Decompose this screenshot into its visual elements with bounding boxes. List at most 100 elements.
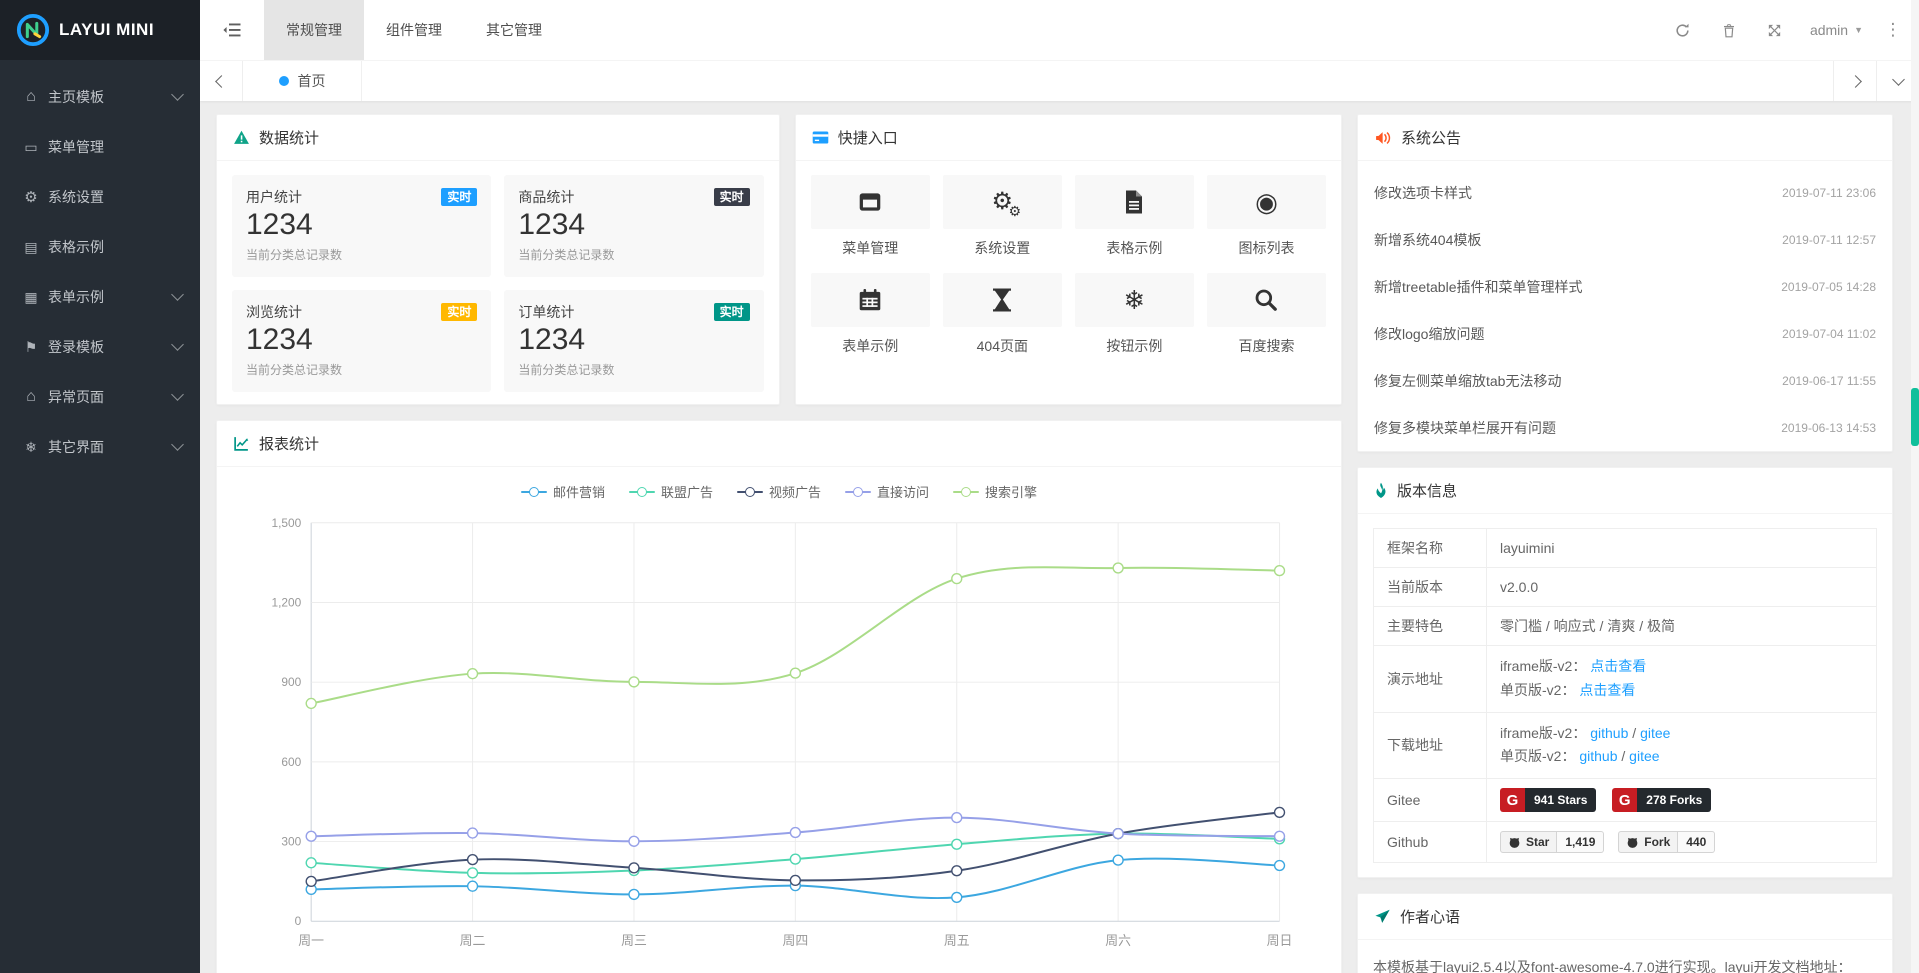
legend-item[interactable]: 直接访问 <box>845 482 929 501</box>
user-name: admin <box>1810 22 1848 38</box>
sidebar-item-label: 主页模板 <box>48 87 173 107</box>
row-value: 941 Stars 278 Forks <box>1487 779 1877 822</box>
top-header: 常规管理 组件管理 其它管理 admin ▼ ⋮ <box>200 0 1919 61</box>
realtime-badge: 实时 <box>441 188 477 206</box>
user-menu[interactable]: admin ▼ <box>1798 22 1875 38</box>
announcement-item[interactable]: 新增treetable插件和菜单管理样式 2019-07-05 14:28 <box>1374 263 1876 310</box>
announcement-item[interactable]: 修改logo缩放问题 2019-07-04 11:02 <box>1374 310 1876 357</box>
sidebar-item-error-pages[interactable]: 异常页面 <box>0 372 200 422</box>
announcement-item[interactable]: 修复多模块菜单栏展开有问题 2019-06-13 14:53 <box>1374 404 1876 451</box>
quick-entry-icon-list[interactable]: ◉ 图标列表 <box>1207 175 1326 258</box>
header-actions: admin ▼ ⋮ <box>1660 0 1919 60</box>
quick-entry-404-page[interactable]: 404页面 <box>943 273 1062 356</box>
download-link-github-spa[interactable]: github <box>1579 748 1617 764</box>
download-link-gitee-spa[interactable]: gitee <box>1629 748 1659 764</box>
chevron-down-icon <box>171 438 184 451</box>
announcement-item[interactable]: 修复左侧菜单缩放tab无法移动 2019-06-17 11:55 <box>1374 357 1876 404</box>
svg-text:600: 600 <box>281 755 301 769</box>
sidebar-item-table-demo[interactable]: 表格示例 <box>0 222 200 272</box>
app-title: LAYUI MINI <box>59 20 154 40</box>
demo-link-iframe[interactable]: 点击查看 <box>1590 658 1646 674</box>
github-fork-badge[interactable]: Fork 440 <box>1618 831 1715 853</box>
legend-item[interactable]: 搜索引擎 <box>953 482 1037 501</box>
scrollbar-track[interactable] <box>1911 0 1919 973</box>
stat-caption: 当前分类总记录数 <box>518 246 749 263</box>
row-label: 框架名称 <box>1374 529 1487 568</box>
logo-icon <box>16 13 50 47</box>
stat-card-orders: 订单统计 实时 1234 当前分类总记录数 <box>504 290 763 392</box>
panel-title: 系统公告 <box>1401 127 1461 148</box>
panel-title: 作者心语 <box>1400 906 1460 927</box>
header-tab-components[interactable]: 组件管理 <box>364 0 464 60</box>
tabstrip-spacer <box>362 61 1833 101</box>
active-tab-dot <box>279 76 289 86</box>
snowflake-icon <box>20 439 42 456</box>
sidebar-item-label: 其它界面 <box>48 437 173 457</box>
gitee-icon <box>1500 788 1525 812</box>
app-logo[interactable]: LAYUI MINI <box>0 0 200 60</box>
legend-item[interactable]: 视频广告 <box>737 482 821 501</box>
svg-text:周二: 周二 <box>460 933 486 948</box>
line-chart: 03006009001,2001,500周一周二周三周四周五周六周日 <box>217 501 1341 967</box>
sidebar-item-menu-manage[interactable]: 菜单管理 <box>0 122 200 172</box>
calendar-icon <box>857 287 883 313</box>
svg-text:900: 900 <box>281 675 301 689</box>
svg-text:300: 300 <box>281 835 301 849</box>
version-table: 框架名称 layuimini 当前版本 v2.0.0 主要特色 零门槛 / 响应… <box>1373 528 1877 863</box>
file-icon <box>1122 189 1146 215</box>
download-link-gitee-iframe[interactable]: gitee <box>1640 725 1670 741</box>
demo-link-spa[interactable]: 点击查看 <box>1579 682 1635 698</box>
legend-item[interactable]: 邮件营销 <box>521 482 605 501</box>
gitee-stars-badge[interactable]: 941 Stars <box>1500 788 1596 812</box>
chevron-down-icon <box>171 88 184 101</box>
quick-entry-form-demo[interactable]: 表单示例 <box>811 273 930 356</box>
hourglass-icon <box>990 287 1014 313</box>
stat-label: 浏览统计 <box>246 302 302 322</box>
tabs-scroll-right-button[interactable] <box>1833 61 1876 101</box>
svg-text:周三: 周三 <box>621 933 647 948</box>
github-star-badge[interactable]: Star 1,419 <box>1500 831 1604 853</box>
flag-icon <box>20 339 42 356</box>
fullscreen-icon[interactable] <box>1752 0 1798 60</box>
quick-entry-menu-manage[interactable]: 菜单管理 <box>811 175 930 258</box>
table-row: Gitee 941 Stars 278 Forks <box>1374 779 1877 822</box>
quick-entry-button-demo[interactable]: ❄ 按钮示例 <box>1075 273 1194 356</box>
row-label: Gitee <box>1374 779 1487 822</box>
more-dots-icon[interactable]: ⋮ <box>1875 20 1911 40</box>
refresh-icon[interactable] <box>1660 0 1706 60</box>
sidebar-item-system-settings[interactable]: 系统设置 <box>0 172 200 222</box>
chart-legend: 邮件营销 联盟广告 视频广告 直接访问 搜索引擎 <box>217 467 1341 501</box>
quick-entry-baidu-search[interactable]: 百度搜索 <box>1207 273 1326 356</box>
author-text: 本模板基于layui2.5.4以及font-awesome-4.7.0进行实现。… <box>1373 954 1877 973</box>
sidebar-item-home-template[interactable]: 主页模板 <box>0 72 200 122</box>
quick-entry-table-demo[interactable]: 表格示例 <box>1075 175 1194 258</box>
scrollbar-thumb[interactable] <box>1911 388 1919 446</box>
tabs-scroll-left-button[interactable] <box>200 61 243 101</box>
stat-card-views: 浏览统计 实时 1234 当前分类总记录数 <box>232 290 491 392</box>
table-row: 下载地址 iframe版-v2： github / gitee 单页版-v2： … <box>1374 712 1877 779</box>
row-value: layuimini <box>1487 529 1877 568</box>
legend-label: 搜索引擎 <box>985 482 1037 501</box>
sidebar-item-form-demo[interactable]: 表单示例 <box>0 272 200 322</box>
quick-entry-system-settings[interactable]: ⚙⚙ 系统设置 <box>943 175 1062 258</box>
download-link-github-iframe[interactable]: github <box>1590 725 1628 741</box>
panel-version-info: 版本信息 框架名称 layuimini 当前版本 v2.0.0 主要特色 <box>1357 467 1893 878</box>
sidebar-item-other-ui[interactable]: 其它界面 <box>0 422 200 472</box>
header-tab-general[interactable]: 常规管理 <box>264 0 364 60</box>
header-tab-other[interactable]: 其它管理 <box>464 0 564 60</box>
announcement-item[interactable]: 新增系统404模板 2019-07-11 12:57 <box>1374 216 1876 263</box>
row-label: 当前版本 <box>1374 568 1487 607</box>
line-chart-icon <box>233 435 250 452</box>
trash-icon[interactable] <box>1706 0 1752 60</box>
sidebar: LAYUI MINI 主页模板 菜单管理 系统设置 表格示例 表单 <box>0 0 200 973</box>
svg-text:周五: 周五 <box>944 933 970 948</box>
sidebar-item-login-template[interactable]: 登录模板 <box>0 322 200 372</box>
collapse-menu-button[interactable] <box>200 0 264 60</box>
gitee-forks-badge[interactable]: 278 Forks <box>1612 788 1711 812</box>
legend-item[interactable]: 联盟广告 <box>629 482 713 501</box>
chevron-right-icon <box>1849 75 1862 88</box>
announcement-item[interactable]: 修改选项卡样式 2019-07-11 23:06 <box>1374 169 1876 216</box>
row-label: 主要特色 <box>1374 607 1487 646</box>
tab-home[interactable]: 首页 <box>243 61 362 101</box>
panel-title: 快捷入口 <box>838 127 898 148</box>
